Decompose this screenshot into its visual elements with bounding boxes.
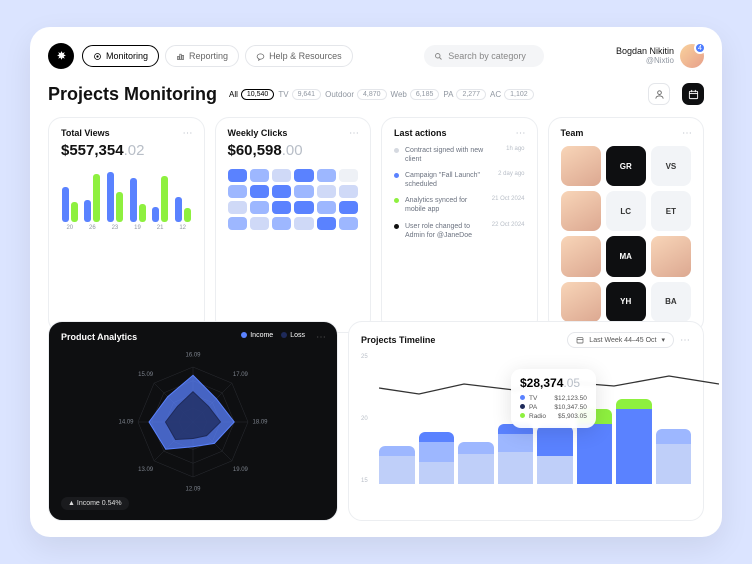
team-initials[interactable]: ET bbox=[651, 191, 691, 231]
weekly-clicks-value: $60,598.00 bbox=[228, 142, 359, 159]
chevron-down-icon: ▾ bbox=[661, 336, 665, 344]
card-title: Total Views bbox=[61, 128, 192, 138]
more-icon[interactable]: ⋯ bbox=[183, 128, 194, 139]
tooltip: $28,374.05TV$12,123.50PA$10,347.50Radio$… bbox=[511, 369, 596, 428]
team-avatar[interactable] bbox=[561, 191, 601, 231]
notification-badge: 4 bbox=[694, 42, 706, 54]
team-initials[interactable]: BA bbox=[651, 282, 691, 322]
calendar-icon bbox=[688, 89, 699, 100]
card-title: Last actions bbox=[394, 128, 525, 138]
action-item[interactable]: Analytics synced for mobile app21 Oct 20… bbox=[394, 196, 525, 214]
card-team: Team ⋯ GRVSLCETMA YHBA bbox=[548, 117, 705, 333]
team-initials[interactable]: LC bbox=[606, 191, 646, 231]
nav-tab-monitoring[interactable]: Monitoring bbox=[82, 45, 159, 67]
timeline-bar[interactable] bbox=[379, 446, 415, 484]
filter-ac[interactable]: AC1,102 bbox=[490, 89, 534, 100]
svg-text:17.09: 17.09 bbox=[233, 372, 249, 378]
logo-icon bbox=[55, 50, 68, 63]
svg-text:19.09: 19.09 bbox=[233, 467, 249, 473]
filter-all[interactable]: All10,540 bbox=[229, 89, 274, 100]
card-title: Projects Timeline bbox=[361, 335, 435, 345]
search-input[interactable]: Search by category bbox=[424, 45, 544, 67]
nav-tab-reporting[interactable]: Reporting bbox=[165, 45, 239, 67]
date-range-picker[interactable]: Last Week 44–45 Oct ▾ bbox=[567, 332, 674, 348]
actions-list: Contract signed with new client1h ago Cam… bbox=[394, 146, 525, 240]
page-title: Projects Monitoring bbox=[48, 84, 217, 105]
row-2: Product Analytics Income Loss ⋯ 16.0917.… bbox=[48, 321, 704, 521]
team-initials[interactable]: MA bbox=[606, 236, 646, 276]
legend-income: Income bbox=[250, 332, 273, 339]
timeline-bar[interactable] bbox=[537, 426, 573, 484]
more-icon[interactable]: ⋯ bbox=[680, 335, 691, 346]
timeline-bar[interactable] bbox=[419, 432, 455, 484]
svg-text:18.09: 18.09 bbox=[252, 420, 268, 426]
action-item[interactable]: Campaign "Fall Launch" scheduled2 day ag… bbox=[394, 171, 525, 189]
card-title: Team bbox=[561, 128, 692, 138]
nav-tabs: Monitoring Reporting Help & Resources bbox=[82, 45, 353, 67]
subheader: Projects Monitoring All10,540 TV9,641 Outd… bbox=[48, 83, 704, 105]
card-grid: Total Views ⋯ $557,354.02 202623192112 W… bbox=[48, 117, 704, 311]
more-icon[interactable]: ⋯ bbox=[682, 128, 693, 139]
users-icon bbox=[654, 89, 665, 100]
search-icon bbox=[434, 52, 443, 61]
team-grid: GRVSLCETMA YHBA bbox=[561, 146, 692, 322]
income-badge: ▲ Income 0.54% bbox=[61, 497, 129, 510]
filter-outdoor[interactable]: Outdoor4,870 bbox=[325, 89, 386, 100]
timeline-bar[interactable] bbox=[458, 442, 494, 484]
legend-loss: Loss bbox=[290, 332, 305, 339]
legend: Income Loss bbox=[241, 332, 305, 339]
team-avatar[interactable] bbox=[561, 236, 601, 276]
card-projects-timeline: Projects Timeline Last Week 44–45 Oct ▾ … bbox=[348, 321, 704, 521]
nav-tab-help-resources[interactable]: Help & Resources bbox=[245, 45, 353, 67]
team-initials[interactable]: YH bbox=[606, 282, 646, 322]
more-icon[interactable]: ⋯ bbox=[349, 128, 360, 139]
svg-text:12.09: 12.09 bbox=[185, 487, 201, 492]
card-total-views: Total Views ⋯ $557,354.02 202623192112 bbox=[48, 117, 205, 333]
bar-chart: 202623192112 bbox=[61, 169, 192, 231]
timeline-chart: 252015 $28,374.05TV$12,123.50PA$10,347.5… bbox=[361, 354, 691, 484]
timeline-bar[interactable] bbox=[616, 399, 652, 484]
more-icon[interactable]: ⋯ bbox=[516, 128, 527, 139]
team-initials[interactable]: GR bbox=[606, 146, 646, 186]
action-item[interactable]: User role changed to Admin for @JaneDoe2… bbox=[394, 222, 525, 240]
radar-chart: 16.09 17.09 18.09 19.09 12.09 13.09 14.09 15.09 bbox=[61, 342, 325, 492]
heatmap-chart bbox=[228, 169, 359, 230]
topbar: Monitoring Reporting Help & Resources Sear… bbox=[48, 43, 704, 69]
calendar-icon bbox=[576, 336, 584, 344]
calendar-icon-button[interactable] bbox=[682, 83, 704, 105]
team-avatar[interactable] bbox=[561, 146, 601, 186]
team-initials[interactable]: VS bbox=[651, 146, 691, 186]
filter-tv[interactable]: TV9,641 bbox=[278, 89, 321, 100]
filter-pa[interactable]: PA2,277 bbox=[443, 89, 486, 100]
user-menu[interactable]: Bogdan Nikitin @Nixtio 4 bbox=[616, 44, 704, 68]
card-last-actions: Last actions ⋯ Contract signed with new … bbox=[381, 117, 538, 333]
svg-text:16.09: 16.09 bbox=[185, 353, 201, 359]
timeline-bar[interactable] bbox=[498, 424, 534, 484]
team-avatar[interactable] bbox=[651, 236, 691, 276]
svg-text:13.09: 13.09 bbox=[138, 467, 154, 473]
svg-text:15.09: 15.09 bbox=[138, 372, 154, 378]
card-title: Weekly Clicks bbox=[228, 128, 359, 138]
team-avatar[interactable] bbox=[561, 282, 601, 322]
app-window: Monitoring Reporting Help & Resources Sear… bbox=[30, 27, 722, 537]
card-product-analytics: Product Analytics Income Loss ⋯ 16.0917.… bbox=[48, 321, 338, 521]
logo[interactable] bbox=[48, 43, 74, 69]
action-item[interactable]: Contract signed with new client1h ago bbox=[394, 146, 525, 164]
filter-row: All10,540 TV9,641 Outdoor4,870 Web6,185PA2,… bbox=[229, 89, 636, 100]
date-range-label: Last Week 44–45 Oct bbox=[589, 337, 656, 344]
timeline-bar[interactable] bbox=[656, 429, 692, 484]
user-handle: @Nixtio bbox=[616, 57, 674, 66]
card-weekly-clicks: Weekly Clicks ⋯ $60,598.00 bbox=[215, 117, 372, 333]
filter-web[interactable]: Web6,185 bbox=[391, 89, 440, 100]
svg-text:14.09: 14.09 bbox=[118, 420, 134, 426]
users-icon-button[interactable] bbox=[648, 83, 670, 105]
search-placeholder: Search by category bbox=[448, 51, 526, 61]
avatar[interactable]: 4 bbox=[680, 44, 704, 68]
total-views-value: $557,354.02 bbox=[61, 142, 192, 159]
